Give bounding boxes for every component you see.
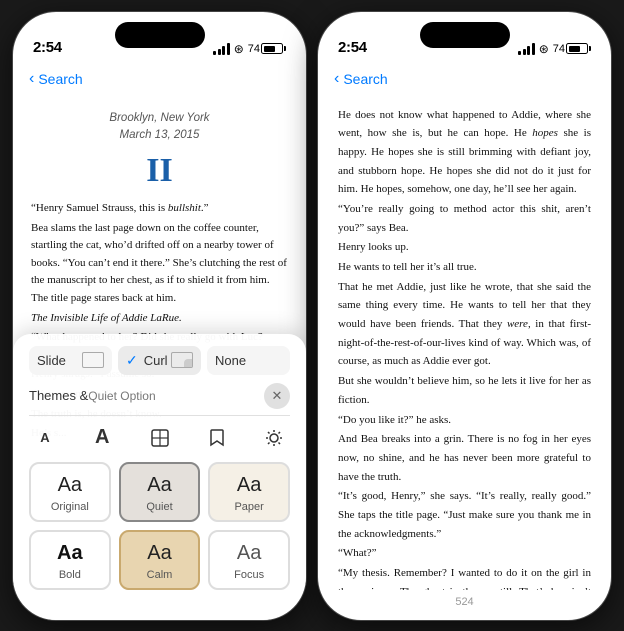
theme-calm-aa: Aa: [147, 542, 171, 565]
slide-icon: [82, 352, 104, 368]
theme-paper-label: Paper: [234, 501, 263, 513]
curl-label: Curl: [144, 353, 168, 368]
theme-focus[interactable]: Aa Focus: [208, 530, 290, 590]
theme-focus-label: Focus: [234, 569, 264, 581]
theme-paper-aa: Aa: [237, 474, 261, 497]
wifi-icon-right: ⊛: [539, 42, 549, 56]
signal-icon-right: [518, 43, 535, 55]
back-button-left[interactable]: ‹ Search: [29, 70, 83, 88]
time-left: 2:54: [33, 39, 62, 56]
font-increase-button[interactable]: A: [86, 422, 118, 454]
checkmark-icon: ✓: [126, 352, 138, 369]
theme-calm[interactable]: Aa Calm: [119, 530, 201, 590]
back-button-right[interactable]: ‹ Search: [334, 70, 388, 88]
theme-original-aa: Aa: [58, 474, 82, 497]
chevron-left-icon: ‹: [29, 70, 34, 88]
time-right: 2:54: [338, 39, 367, 56]
phones-container: 2:54 ⊛ 74 ‹: [12, 11, 612, 621]
themes-label: Themes &: [29, 388, 88, 403]
book-location: Brooklyn, New YorkMarch 13, 2015: [31, 110, 288, 145]
slide-label: Slide: [37, 353, 66, 368]
battery-icon-right: 74: [553, 43, 591, 55]
nav-bar-left: ‹ Search: [13, 60, 306, 98]
theme-focus-aa: Aa: [237, 542, 261, 565]
theme-bold-label: Bold: [59, 569, 81, 581]
battery-pct-right: 74: [553, 43, 565, 55]
bookmark-button[interactable]: [201, 422, 233, 454]
theme-calm-label: Calm: [147, 569, 173, 581]
page-number-right: 524: [455, 596, 473, 608]
left-phone: 2:54 ⊛ 74 ‹: [12, 11, 307, 621]
battery-pct-left: 74: [248, 43, 260, 55]
brightness-button[interactable]: [258, 422, 290, 454]
none-icon: [260, 352, 282, 368]
scroll-option-none[interactable]: None: [207, 346, 290, 375]
status-icons-left: ⊛ 74: [213, 42, 286, 56]
theme-bold[interactable]: Aa Bold: [29, 530, 111, 590]
font-decrease-button[interactable]: A: [29, 422, 61, 454]
status-icons-right: ⊛ 74: [518, 42, 591, 56]
layout-button[interactable]: [144, 422, 176, 454]
curl-icon: [171, 352, 193, 368]
dynamic-island-left: [115, 22, 205, 48]
theme-quiet-label: Quiet: [146, 501, 172, 513]
dynamic-island-right: [420, 22, 510, 48]
toolbar-row: A A: [29, 415, 290, 462]
chapter-numeral: II: [31, 152, 288, 190]
theme-quiet-aa: Aa: [147, 474, 171, 497]
theme-quiet[interactable]: Aa Quiet: [119, 462, 201, 522]
signal-icon: [213, 43, 230, 55]
layout-icon: [151, 429, 169, 447]
scroll-options-row: Slide ✓ Curl None: [29, 346, 290, 375]
theme-paper[interactable]: Aa Paper: [208, 462, 290, 522]
theme-original[interactable]: Aa Original: [29, 462, 111, 522]
scroll-option-slide[interactable]: Slide: [29, 346, 112, 375]
wifi-icon: ⊛: [234, 42, 244, 56]
theme-bold-aa: Aa: [57, 542, 83, 565]
right-phone: 2:54 ⊛ 74 ‹: [317, 11, 612, 621]
brightness-icon: [265, 429, 283, 447]
back-label-left: Search: [38, 71, 82, 87]
chevron-left-icon-right: ‹: [334, 70, 339, 88]
themes-row-header: Themes & Quiet Option ✕: [29, 383, 290, 409]
book-content-right: He does not know what happened to Addie,…: [318, 100, 611, 590]
themes-grid: Aa Original Aa Quiet Aa Paper Aa Bold: [29, 462, 290, 590]
close-button[interactable]: ✕: [264, 383, 290, 409]
battery-icon: 74: [248, 43, 286, 55]
back-label-right: Search: [343, 71, 387, 87]
font-large-label: A: [95, 426, 109, 449]
none-label: None: [215, 353, 246, 368]
scroll-option-curl[interactable]: ✓ Curl: [118, 346, 201, 375]
overlay-panel: Slide ✓ Curl None: [13, 334, 306, 620]
bookmark-icon: [210, 429, 224, 447]
nav-bar-right: ‹ Search: [318, 60, 611, 98]
book-text-right: He does not know what happened to Addie,…: [338, 106, 591, 590]
theme-original-label: Original: [51, 501, 89, 513]
quiet-option-label: Quiet Option: [88, 389, 155, 403]
font-small-label: A: [40, 430, 49, 445]
